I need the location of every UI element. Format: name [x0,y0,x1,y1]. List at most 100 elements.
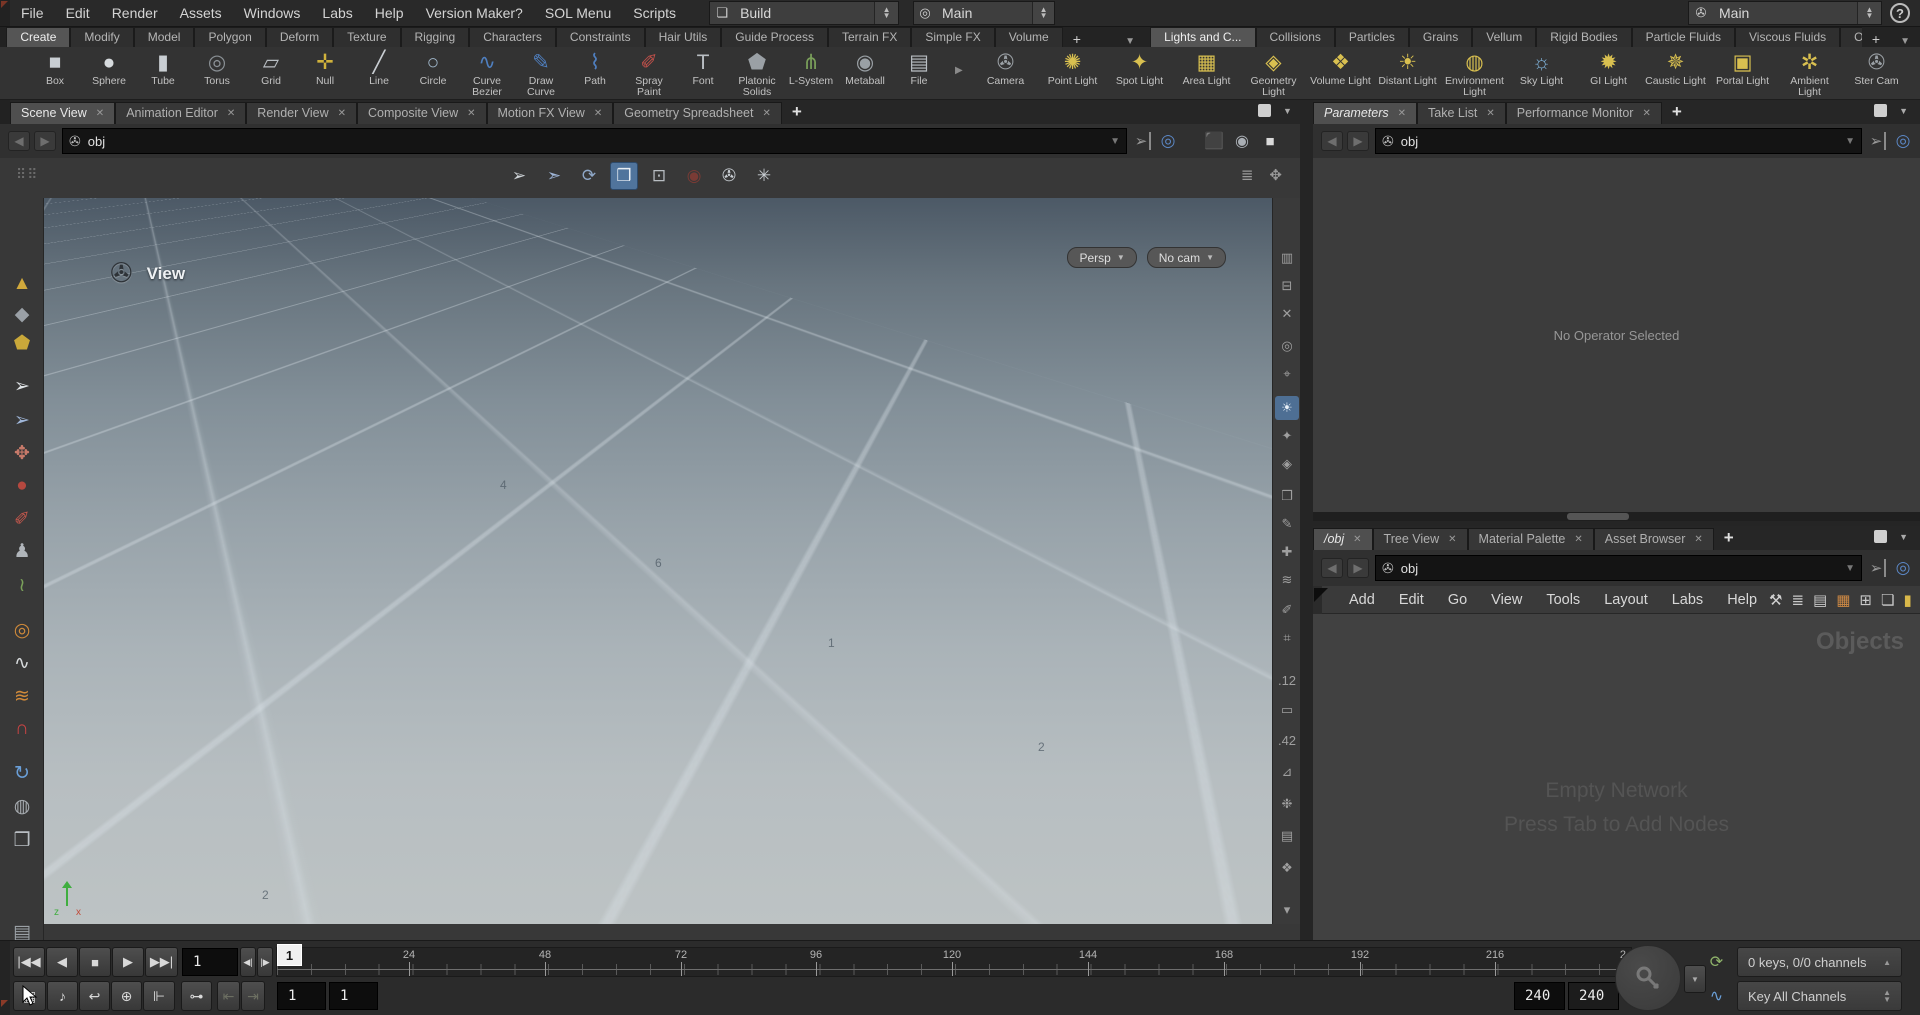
network-menu-item[interactable]: Labs [1660,592,1715,608]
close-icon[interactable]: ✕ [227,108,235,119]
network-menu-item[interactable]: Layout [1592,592,1660,608]
playbar-option-button[interactable]: ⇥ [241,981,265,1011]
side-tool-button[interactable]: ➢ [9,373,35,399]
scene-spinner[interactable]: ▲ ▼ [1032,2,1055,24]
pane-menu-icon[interactable]: ▼ [1899,532,1908,542]
network-toolbar-icon[interactable]: ≣ [1791,591,1804,609]
display-toggle-icon[interactable]: ☀ [1275,396,1299,420]
display-toggle-icon[interactable]: ⊿ [1275,760,1299,784]
shelf-tab[interactable]: Polygon [194,27,266,47]
display-toggle-icon[interactable]: ❉ [1275,792,1299,816]
network-toolbar-icon[interactable]: ⚒ [1769,591,1782,609]
close-icon[interactable]: ✕ [1574,534,1582,545]
display-toggle-icon[interactable]: ▥ [1275,246,1299,270]
auto-key-icon[interactable]: ⟳ [1700,947,1733,977]
display-toggle-icon[interactable]: ✕ [1275,302,1299,326]
menu-item[interactable]: SOL Menu [534,5,622,21]
shelf-tool[interactable]: ▮ Tube [136,47,190,99]
transport-button[interactable]: ■ [79,947,111,977]
shelf-tool[interactable]: ╱ Line [352,47,406,99]
side-tool-button[interactable]: ◍ [9,793,35,819]
network-toolbar-icon[interactable]: ▤ [1813,591,1827,609]
pane-maximize-icon[interactable] [1258,104,1271,117]
side-tool-button[interactable]: ➢ [9,407,35,433]
display-toggle-icon[interactable]: ▭ [1275,698,1299,722]
display-toggle-icon[interactable]: ✦ [1275,424,1299,448]
add-pane-tab-button[interactable]: + [1714,528,1744,550]
playbar-option-button[interactable]: ♪ [47,981,78,1011]
pane-tab[interactable]: Take List ✕ [1417,102,1506,124]
shelf-tool[interactable]: ◈ Geometry Light [1240,47,1307,99]
add-shelf-button[interactable]: + [1063,31,1091,47]
shelf-tool[interactable]: ▦ Area Light [1173,47,1240,99]
path-field[interactable]: ✇ obj ▼ [1375,128,1862,154]
network-editor-canvas[interactable]: Objects Empty Network Press Tab to Add N… [1313,614,1920,940]
shelf-tool[interactable]: ✦ Spot Light [1106,47,1173,99]
display-toggle-icon[interactable]: ◈ [1275,452,1299,476]
shelf-tool[interactable]: ☀ Distant Light [1374,47,1441,99]
shot-selector[interactable]: ✇ Main ▲ ▼ [1688,1,1882,25]
vertical-splitter[interactable] [1300,100,1313,940]
shelf-tab[interactable]: Rigid Bodies [1536,27,1632,47]
menu-item[interactable]: Assets [169,5,233,21]
follow-target-icon[interactable]: ◎ [1157,131,1179,151]
menu-item[interactable]: Edit [55,5,101,21]
transport-button[interactable]: ▶ [112,947,144,977]
range-start-field[interactable]: 1 [329,982,378,1010]
network-menu-item[interactable]: Tools [1534,592,1592,608]
display-toggle-icon[interactable]: ❖ [1275,856,1299,880]
follow-target-icon[interactable]: ◎ [1892,558,1914,578]
shelf-tab[interactable]: Deform [265,27,334,47]
viewport-tool-button[interactable]: ✳ [750,162,778,190]
shelf-overflow-icon[interactable]: ▼ [1115,36,1145,47]
pin-icon[interactable]: ➢ [1868,132,1886,150]
scene-selector[interactable]: ◎ Main ▲ ▼ [913,1,1056,25]
shelf-tab[interactable]: Particles [1334,27,1409,47]
shelf-tab[interactable]: Volume [994,27,1063,47]
viewport-tool-button[interactable]: ⊡ [645,162,673,190]
shelf-tool[interactable]: ✐ Spray Paint [622,47,676,99]
chevron-down-icon[interactable]: ▼ [1110,136,1120,147]
display-toggle-icon[interactable]: ⌗ [1275,626,1299,650]
pane-maximize-icon[interactable] [1874,530,1888,543]
shelf-tab[interactable]: Hair Utils [644,27,722,47]
shelf-tool[interactable]: ✹ GI Light [1575,47,1642,99]
scoped-channels-icon[interactable]: ∿ [1700,981,1733,1011]
pane-menu-icon[interactable]: ▼ [1283,106,1292,116]
menu-item[interactable]: Version Maker? [415,5,534,21]
follow-target-icon[interactable]: ◎ [1892,131,1914,151]
pane-edge-handle[interactable] [0,0,10,26]
pane-tab[interactable]: Render View ✕ [246,102,358,124]
pane-tab[interactable]: Tree View ✕ [1372,528,1468,550]
viewport-tool-button[interactable]: ❒ [610,162,638,190]
network-menu-item[interactable]: Add [1337,592,1387,608]
shelf-tab[interactable]: Constraints [555,27,645,47]
network-toolbar-icon[interactable]: ▮ [1903,591,1911,609]
side-tool-button[interactable]: ● [9,473,35,499]
side-tool-button[interactable]: ◎ [9,617,35,643]
chevron-down-icon[interactable]: ▼ [1845,563,1855,574]
viewport-tool-button[interactable]: ◉ [680,162,708,190]
shelf-tool[interactable]: ☼ Sky Light [1508,47,1575,99]
add-pane-tab-button[interactable]: + [1662,102,1692,124]
add-pane-tab-button[interactable]: + [782,102,812,124]
viewport-canvas[interactable]: 4 6 1 2 2 ✇ View Persp ▼ No cam ▼ z x [44,198,1272,924]
shelf-tool[interactable]: T Font [676,47,730,99]
geometry-spheres-icon[interactable]: ◉ [1231,131,1253,151]
shelf-tab[interactable]: Rigging [400,27,470,47]
pane-tab[interactable]: Motion FX View ✕ [486,102,614,124]
network-menu-item[interactable]: Help [1715,592,1769,608]
side-tool-button[interactable]: ◆ [9,301,35,327]
viewport-bar-icon[interactable]: ✥ [1269,166,1282,184]
display-toggle-icon[interactable]: .12 [1275,668,1299,692]
step-forward-button[interactable]: |▶ [257,947,273,977]
display-toggle-icon[interactable]: ⌖ [1275,362,1299,386]
camera-button[interactable]: No cam ▼ [1146,247,1226,268]
shelf-tool[interactable]: ✲ Ambient Light [1776,47,1843,99]
side-tool-button[interactable]: ✐ [9,506,35,532]
scrollbar-thumb[interactable] [1567,513,1629,520]
shelf-tool[interactable]: ✛ Null [298,47,352,99]
shelf-tool[interactable]: ∿ Curve Bezier [460,47,514,99]
pin-icon[interactable]: ➢ [1133,132,1151,150]
shelf-tab[interactable]: Grains [1408,27,1473,47]
